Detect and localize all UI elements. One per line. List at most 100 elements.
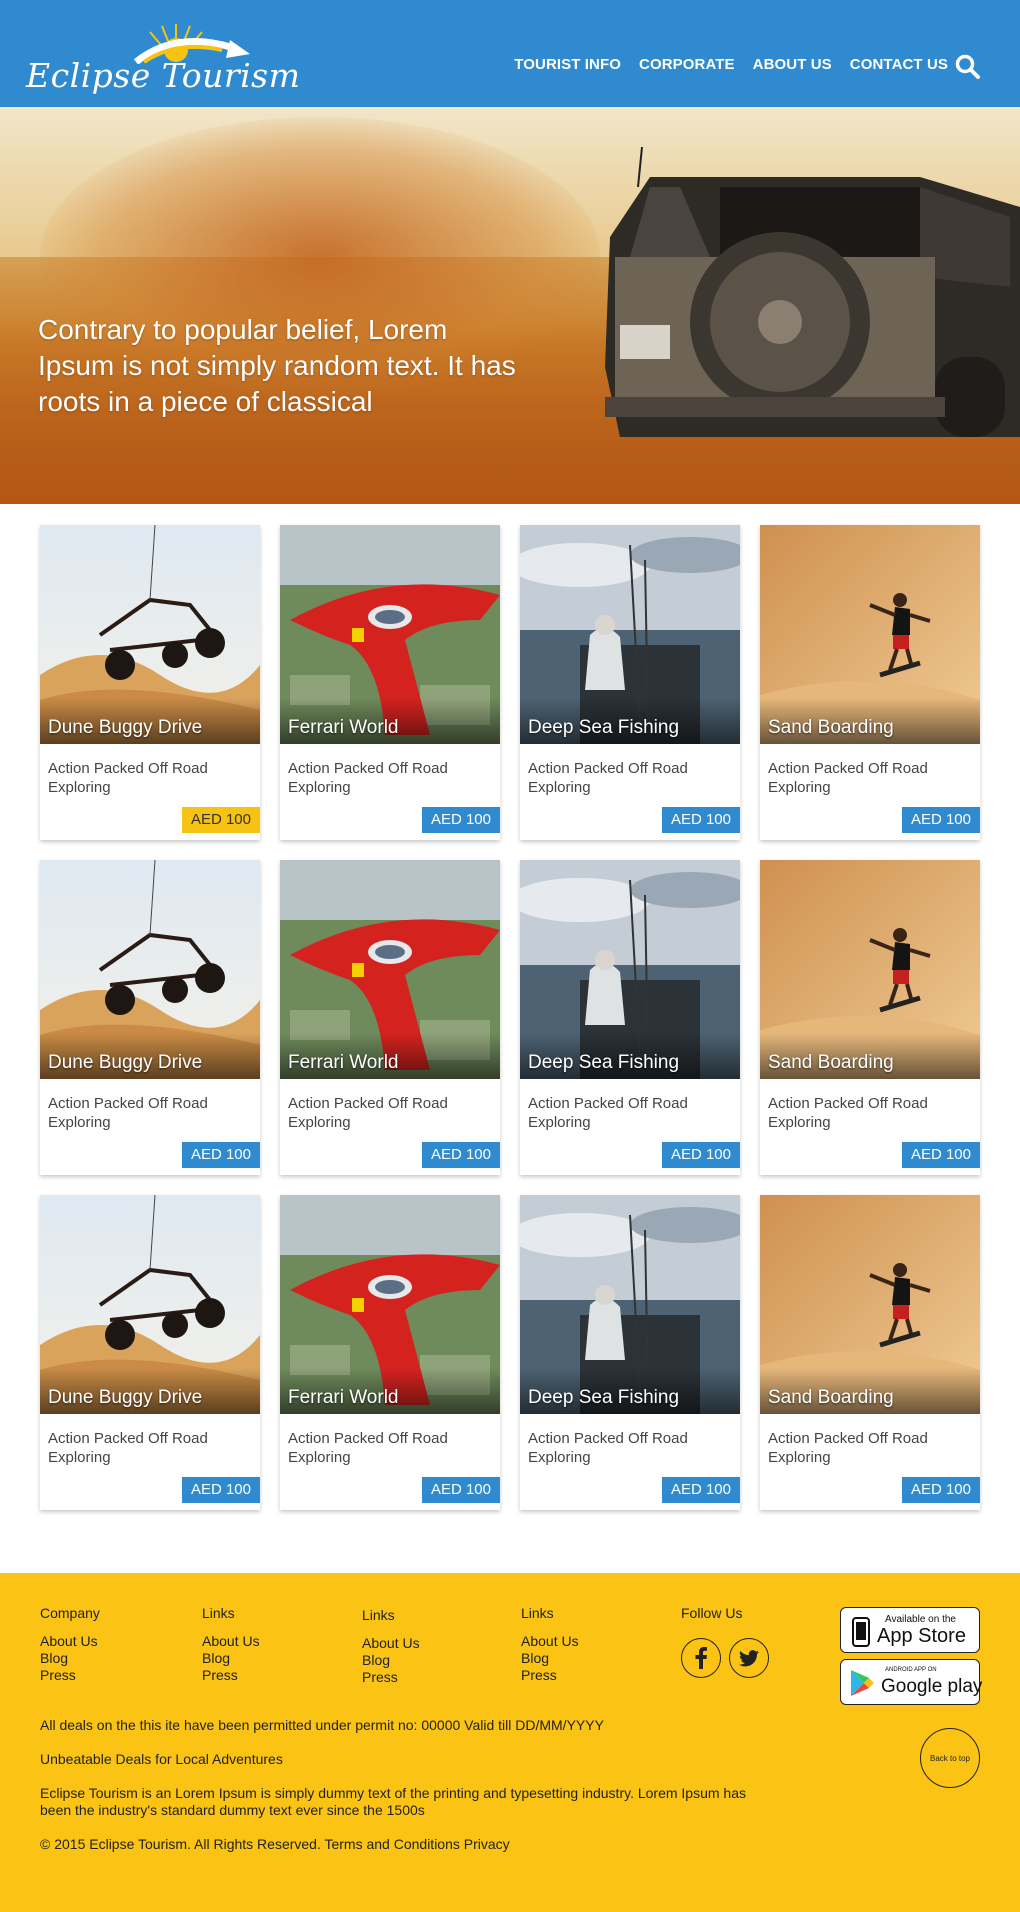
tour-card-description: Action Packed Off Road Exploring xyxy=(768,1430,928,1466)
tour-card[interactable]: Deep Sea Fishing Action Packed Off Road E… xyxy=(520,860,740,1175)
tour-card-price[interactable]: AED 100 xyxy=(661,1142,740,1168)
footer-link-press[interactable]: Press xyxy=(202,1667,260,1684)
tour-card-title[interactable]: Deep Sea Fishing xyxy=(528,717,679,739)
tour-card-title[interactable]: Deep Sea Fishing xyxy=(528,1387,679,1409)
app-store-badge[interactable]: Available on the App Store xyxy=(840,1607,980,1653)
footer-col-heading: Links xyxy=(362,1607,395,1623)
back-to-top-button[interactable]: Back to top xyxy=(920,1728,980,1788)
tour-card-title[interactable]: Sand Boarding xyxy=(768,1052,894,1074)
nav-contact-us[interactable]: CONTACT US xyxy=(850,56,948,73)
tour-card-price[interactable]: AED 100 xyxy=(901,1142,980,1168)
tour-card-price[interactable]: AED 100 xyxy=(901,1477,980,1503)
logo-text: Eclipse Tourism xyxy=(26,56,301,95)
tour-card-title[interactable]: Deep Sea Fishing xyxy=(528,1052,679,1074)
footer-link-blog[interactable]: Blog xyxy=(362,1652,420,1669)
tour-card-title[interactable]: Dune Buggy Drive xyxy=(48,1387,202,1409)
footer-link-about[interactable]: About Us xyxy=(362,1635,420,1652)
tour-card[interactable]: Ferrari World Action Packed Off Road Expl… xyxy=(280,525,500,840)
tour-card-description: Action Packed Off Road Exploring xyxy=(528,1430,688,1466)
site-header: Eclipse Tourism TOURIST INFO CORPORATE A… xyxy=(0,0,1020,107)
tour-card-description: Action Packed Off Road Exploring xyxy=(528,760,688,796)
tour-card[interactable]: Dune Buggy Drive Action Packed Off Road E… xyxy=(40,525,260,840)
tour-card[interactable]: Sand Boarding Action Packed Off Road Expl… xyxy=(760,525,980,840)
footer-col-company: Company About Us Blog Press xyxy=(40,1605,100,1684)
tour-card-price[interactable]: AED 100 xyxy=(421,807,500,833)
tour-card-title[interactable]: Ferrari World xyxy=(288,1052,399,1074)
tour-card[interactable]: Ferrari World Action Packed Off Road Expl… xyxy=(280,860,500,1175)
tour-card-image[interactable]: Ferrari World xyxy=(280,860,500,1079)
tour-card[interactable]: Deep Sea Fishing Action Packed Off Road E… xyxy=(520,1195,740,1510)
tour-card-description: Action Packed Off Road Exploring xyxy=(48,760,208,796)
twitter-icon[interactable] xyxy=(729,1638,769,1678)
nav-about-us[interactable]: ABOUT US xyxy=(753,56,832,73)
tour-card-price[interactable]: AED 100 xyxy=(181,1142,260,1168)
facebook-icon[interactable] xyxy=(681,1638,721,1678)
hero-banner: Contrary to popular belief, Lorem Ipsum … xyxy=(0,107,1020,504)
google-play-icon xyxy=(851,1670,874,1696)
tour-card-image[interactable]: Deep Sea Fishing xyxy=(520,525,740,744)
google-play-small: ANDROID APP ON xyxy=(885,1667,937,1673)
search-icon[interactable] xyxy=(955,54,981,80)
footer-link-press[interactable]: Press xyxy=(521,1667,579,1684)
tour-card[interactable]: Dune Buggy Drive Action Packed Off Road E… xyxy=(40,1195,260,1510)
tour-card-title[interactable]: Ferrari World xyxy=(288,717,399,739)
footer-link-about[interactable]: About Us xyxy=(40,1633,100,1650)
tour-card[interactable]: Dune Buggy Drive Action Packed Off Road E… xyxy=(40,860,260,1175)
social-links xyxy=(681,1638,769,1678)
tour-card-title[interactable]: Dune Buggy Drive xyxy=(48,1052,202,1074)
tour-card-image[interactable]: Deep Sea Fishing xyxy=(520,860,740,1079)
footer-col-links-2: Links About Us Blog Press xyxy=(362,1607,420,1686)
nav-corporate[interactable]: CORPORATE xyxy=(639,56,735,73)
tour-card-price[interactable]: AED 100 xyxy=(901,807,980,833)
hero-headline: Contrary to popular belief, Lorem Ipsum … xyxy=(38,314,516,417)
tour-card[interactable]: Sand Boarding Action Packed Off Road Expl… xyxy=(760,1195,980,1510)
permit-text: All deals on the this ite have been perm… xyxy=(40,1717,604,1733)
tour-card-image[interactable]: Sand Boarding xyxy=(760,525,980,744)
tour-card-price[interactable]: AED 100 xyxy=(421,1142,500,1168)
footer-link-blog[interactable]: Blog xyxy=(521,1650,579,1667)
tour-card[interactable]: Sand Boarding Action Packed Off Road Expl… xyxy=(760,860,980,1175)
tour-card[interactable]: Ferrari World Action Packed Off Road Expl… xyxy=(280,1195,500,1510)
tour-card-title[interactable]: Dune Buggy Drive xyxy=(48,717,202,739)
tour-card-title[interactable]: Sand Boarding xyxy=(768,717,894,739)
tour-card-title[interactable]: Ferrari World xyxy=(288,1387,399,1409)
site-footer: Company About Us Blog Press Links About … xyxy=(0,1573,1020,1912)
tour-card-image[interactable]: Sand Boarding xyxy=(760,1195,980,1414)
logo[interactable]: Eclipse Tourism xyxy=(26,18,300,95)
tour-card-price[interactable]: AED 100 xyxy=(181,1477,260,1503)
phone-icon xyxy=(852,1617,870,1647)
tour-card-image[interactable]: Sand Boarding xyxy=(760,860,980,1079)
tour-card-image[interactable]: Ferrari World xyxy=(280,525,500,744)
footer-link-about[interactable]: About Us xyxy=(521,1633,579,1650)
footer-link-about[interactable]: About Us xyxy=(202,1633,260,1650)
google-play-badge[interactable]: ANDROID APP ON Google play xyxy=(840,1659,982,1705)
tour-card[interactable]: Deep Sea Fishing Action Packed Off Road E… xyxy=(520,525,740,840)
tour-card-price[interactable]: AED 100 xyxy=(181,807,260,833)
footer-link-press[interactable]: Press xyxy=(362,1669,420,1686)
tour-card-description: Action Packed Off Road Exploring xyxy=(288,1430,448,1466)
nav-tourist-info[interactable]: TOURIST INFO xyxy=(514,56,621,73)
tour-card-image[interactable]: Dune Buggy Drive xyxy=(40,860,260,1079)
footer-link-blog[interactable]: Blog xyxy=(40,1650,100,1667)
tour-card-price[interactable]: AED 100 xyxy=(421,1477,500,1503)
app-store-small: Available on the xyxy=(885,1614,956,1625)
footer-link-press[interactable]: Press xyxy=(40,1667,100,1684)
tour-card-price[interactable]: AED 100 xyxy=(661,1477,740,1503)
footer-col-links-1: Links About Us Blog Press xyxy=(202,1605,260,1684)
tour-grid: Dune Buggy Drive Action Packed Off Road E… xyxy=(40,525,980,1510)
footer-col-heading: Links xyxy=(202,1605,235,1621)
tour-card-image[interactable]: Deep Sea Fishing xyxy=(520,1195,740,1414)
main-nav: TOURIST INFO CORPORATE ABOUT US CONTACT … xyxy=(514,56,948,73)
tour-card-image[interactable]: Dune Buggy Drive xyxy=(40,525,260,744)
footer-col-links-3: Links About Us Blog Press xyxy=(521,1605,579,1684)
footer-link-blog[interactable]: Blog xyxy=(202,1650,260,1667)
footer-col-heading: Company xyxy=(40,1605,100,1621)
tour-card-description: Action Packed Off Road Exploring xyxy=(48,1095,208,1131)
tour-card-description: Action Packed Off Road Exploring xyxy=(288,760,448,796)
tour-card-image[interactable]: Ferrari World xyxy=(280,1195,500,1414)
tour-card-title[interactable]: Sand Boarding xyxy=(768,1387,894,1409)
app-store-big: App Store xyxy=(877,1625,966,1647)
tour-card-image[interactable]: Dune Buggy Drive xyxy=(40,1195,260,1414)
tour-card-description: Action Packed Off Road Exploring xyxy=(48,1430,208,1466)
tour-card-price[interactable]: AED 100 xyxy=(661,807,740,833)
